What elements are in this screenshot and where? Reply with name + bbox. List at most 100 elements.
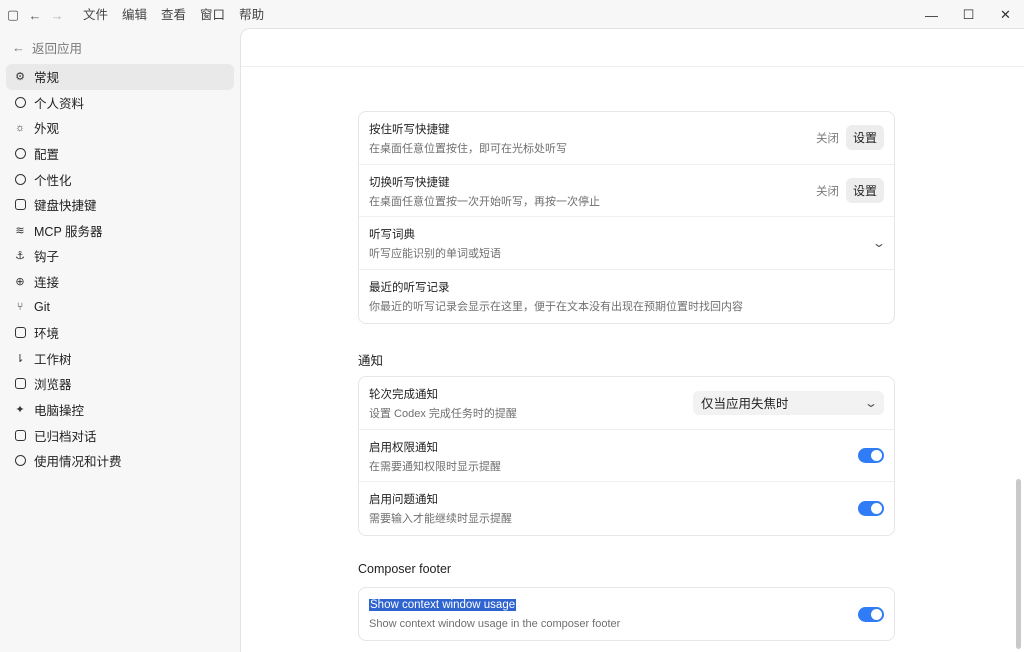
back-arrow-icon: ← bbox=[12, 39, 25, 55]
sidebar-item-label: 电脑操控 bbox=[34, 404, 85, 419]
gear-icon: ⚙ bbox=[15, 71, 25, 84]
personalize-icon bbox=[13, 172, 27, 186]
question-notification-toggle[interactable] bbox=[858, 501, 884, 517]
menu-file[interactable]: 文件 bbox=[76, 0, 115, 30]
sidebar-item-hooks[interactable]: ⚓ 钩子 bbox=[6, 243, 234, 269]
set-toggle-shortcut-button[interactable]: 设置 bbox=[845, 178, 884, 204]
sidebar-item-general[interactable]: ⚙ 常规 bbox=[6, 64, 234, 90]
toggle-dictation-shortcut-row: 切换听写快捷键 在桌面任意位置按一次开始听写，再按一次停止 关闭 设置 bbox=[359, 165, 894, 218]
row-description: 在需要通知权限时显示提醒 bbox=[369, 460, 501, 473]
dictation-card: 按住听写快捷键 在桌面任意位置按住，即可在光标处听写 关闭 设置 切换听写快捷键… bbox=[358, 111, 895, 324]
sidebar-item-label: 连接 bbox=[34, 276, 60, 291]
selected-text: Show context window usage bbox=[369, 599, 517, 611]
notifications-section-title: 通知 bbox=[358, 354, 384, 368]
globe-icon: ⊕ bbox=[15, 276, 25, 289]
sidebar-item-profile[interactable]: 个人资料 bbox=[6, 90, 234, 116]
row-title: 听写词典 bbox=[369, 229, 415, 242]
back-to-app-label: 返回应用 bbox=[32, 41, 83, 56]
forward-arrow-icon[interactable]: → bbox=[46, 0, 68, 30]
maximize-icon[interactable]: ☐ bbox=[950, 0, 987, 30]
permission-notification-row: 启用权限通知 在需要通知权限时显示提醒 bbox=[359, 430, 894, 483]
sidebar-item-label: 配置 bbox=[34, 148, 60, 163]
chevron-down-icon[interactable]: ⌄ bbox=[872, 236, 886, 250]
row-description: 听写应能识别的单词或短语 bbox=[369, 248, 501, 261]
set-hold-shortcut-button[interactable]: 设置 bbox=[845, 125, 884, 151]
question-notification-row: 启用问题通知 需要输入才能继续时显示提醒 bbox=[359, 482, 894, 535]
turn-complete-notification-row: 轮次完成通知 设置 Codex 完成任务时的提醒 仅当应用失焦时 ⌄ bbox=[359, 377, 894, 430]
cursor-icon: ✦ bbox=[15, 404, 25, 417]
row-description: 在桌面任意位置按一次开始听写，再按一次停止 bbox=[369, 195, 600, 208]
notifications-card: 轮次完成通知 设置 Codex 完成任务时的提醒 仅当应用失焦时 ⌄ 启用权限通… bbox=[358, 376, 895, 537]
sidebar-item-label: 键盘快捷键 bbox=[34, 199, 97, 214]
turn-notification-select[interactable]: 仅当应用失焦时 ⌄ bbox=[693, 390, 884, 415]
hook-icon: ⚓ bbox=[15, 250, 25, 263]
sidebar-item-label: 常规 bbox=[34, 71, 60, 86]
sidebar-item-archived-chats[interactable]: 已归档对话 bbox=[6, 422, 234, 448]
keyboard-icon bbox=[13, 198, 27, 212]
title-bar: ▢ ← → 文件 编辑 查看 窗口 帮助 — ☐ ✕ bbox=[0, 0, 1024, 30]
composer-footer-section-title: Composer footer bbox=[358, 562, 452, 576]
menu-edit[interactable]: 编辑 bbox=[115, 0, 154, 30]
archive-icon bbox=[13, 428, 27, 442]
row-title: 最近的听写记录 bbox=[369, 282, 450, 295]
menu-view[interactable]: 查看 bbox=[154, 0, 193, 30]
vertical-scrollbar[interactable] bbox=[1016, 479, 1021, 649]
back-arrow-icon[interactable]: ← bbox=[24, 0, 46, 30]
browser-icon bbox=[13, 377, 27, 391]
sidebar-item-computer-use[interactable]: ✦ 电脑操控 bbox=[6, 397, 234, 423]
row-title: 启用权限通知 bbox=[369, 441, 438, 454]
row-description: 在桌面任意位置按住，即可在光标处听写 bbox=[369, 143, 567, 155]
back-to-app-link[interactable]: ← 返回应用 bbox=[0, 30, 240, 64]
sidebar-item-label: 环境 bbox=[34, 327, 60, 342]
sidebar-item-keyboard-shortcuts[interactable]: 键盘快捷键 bbox=[6, 192, 234, 218]
sidebar-item-label: 工作树 bbox=[34, 352, 72, 367]
dictation-dictionary-row[interactable]: 听写词典 听写应能识别的单词或短语 ⌄ bbox=[359, 217, 894, 271]
sidebar-item-appearance[interactable]: ☼ 外观 bbox=[6, 115, 234, 141]
row-title: 切换听写快捷键 bbox=[369, 176, 450, 189]
content-header bbox=[241, 29, 1024, 67]
menu-window[interactable]: 窗口 bbox=[193, 0, 232, 30]
menu-bar: 文件 编辑 查看 窗口 帮助 bbox=[76, 0, 271, 30]
sidebar-item-environment[interactable]: 环境 bbox=[6, 320, 234, 346]
worktree-icon: ⇂ bbox=[15, 352, 25, 365]
composer-footer-card: Show context window usage Show context w… bbox=[358, 587, 895, 641]
sidebar-item-connections[interactable]: ⊕ 连接 bbox=[6, 269, 234, 295]
shortcut-status: 关闭 bbox=[815, 132, 839, 145]
settings-nav: ⚙ 常规 个人资料 ☼ 外观 配置 个性化 键盘快捷键 ≋ MCP 服务器 ⚓ bbox=[0, 64, 240, 474]
context-usage-toggle[interactable] bbox=[858, 606, 884, 622]
row-title: Show context window usage bbox=[369, 598, 884, 613]
git-branch-icon: ⑂ bbox=[16, 301, 24, 314]
sidebar-toggle-icon[interactable]: ▢ bbox=[2, 0, 24, 30]
window-controls: — ☐ ✕ bbox=[913, 0, 1024, 30]
row-title: 启用问题通知 bbox=[369, 494, 438, 507]
sidebar-item-config[interactable]: 配置 bbox=[6, 141, 234, 167]
chevron-down-icon: ⌄ bbox=[863, 395, 879, 410]
sidebar-item-mcp-servers[interactable]: ≋ MCP 服务器 bbox=[6, 218, 234, 244]
sidebar-item-label: MCP 服务器 bbox=[34, 224, 103, 239]
sidebar-item-label: 外观 bbox=[34, 122, 60, 137]
menu-help[interactable]: 帮助 bbox=[232, 0, 271, 30]
row-description: 你最近的听写记录会显示在这里，便于在文本没有出现在预期位置时找回内容 bbox=[369, 301, 743, 314]
sidebar-item-worktrees[interactable]: ⇂ 工作树 bbox=[6, 346, 234, 372]
person-icon bbox=[13, 95, 27, 109]
gauge-icon bbox=[13, 454, 27, 468]
shortcut-status: 关闭 bbox=[815, 185, 839, 198]
config-icon bbox=[13, 147, 27, 161]
sidebar-item-git[interactable]: ⑂ Git bbox=[6, 294, 234, 320]
sun-icon: ☼ bbox=[14, 121, 26, 134]
sidebar-item-browser[interactable]: 浏览器 bbox=[6, 371, 234, 397]
sidebar-item-usage-billing[interactable]: 使用情况和计费 bbox=[6, 448, 234, 474]
sidebar-item-label: 浏览器 bbox=[34, 378, 72, 393]
minimize-icon[interactable]: — bbox=[913, 0, 950, 30]
sidebar-item-label: 已归档对话 bbox=[34, 429, 97, 444]
select-value: 仅当应用失焦时 bbox=[701, 397, 789, 412]
permission-notification-toggle[interactable] bbox=[858, 448, 884, 464]
close-icon[interactable]: ✕ bbox=[987, 0, 1024, 30]
recent-dictations-row: 最近的听写记录 你最近的听写记录会显示在这里，便于在文本没有出现在预期位置时找回… bbox=[359, 270, 894, 323]
row-description: Show context window usage in the compose… bbox=[369, 618, 621, 630]
environment-icon bbox=[13, 326, 27, 340]
settings-content: 按住听写快捷键 在桌面任意位置按住，即可在光标处听写 关闭 设置 切换听写快捷键… bbox=[240, 28, 1024, 652]
sidebar-item-label: 钩子 bbox=[34, 250, 60, 265]
sidebar-item-personalization[interactable]: 个性化 bbox=[6, 166, 234, 192]
context-usage-row: Show context window usage Show context w… bbox=[359, 588, 894, 641]
